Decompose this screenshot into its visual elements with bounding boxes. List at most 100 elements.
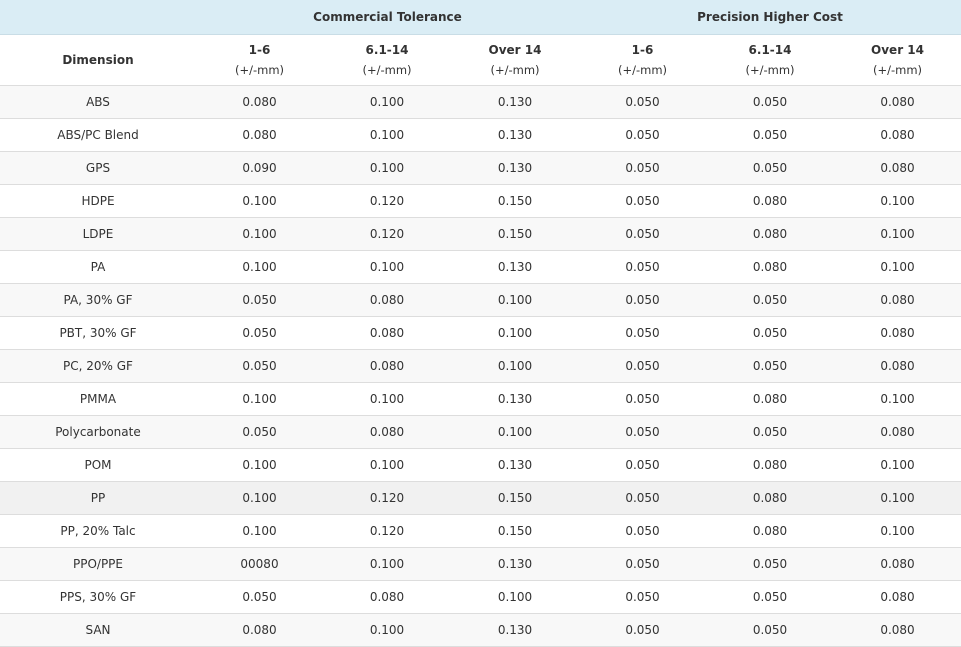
tolerance-cell: 0.100: [196, 184, 323, 218]
table-row: LDPE 0.100 0.120 0.150 0.050 0.080 0.100: [0, 217, 961, 251]
tolerance-cell: 0.050: [706, 415, 834, 449]
material-cell: LDPE: [0, 217, 196, 251]
table-row: PPS, 30% GF 0.050 0.080 0.100 0.050 0.050 0.08…: [0, 580, 961, 614]
tolerance-cell: 0.100: [196, 514, 323, 548]
material-cell: PPS, 30% GF: [0, 580, 196, 614]
table-row: PMMA 0.100 0.100 0.130 0.050 0.080 0.100: [0, 382, 961, 416]
table-row: POM 0.100 0.100 0.130 0.050 0.080 0.100: [0, 448, 961, 482]
tolerance-cell: 0.100: [196, 481, 323, 515]
tolerance-cell: 0.080: [323, 316, 451, 350]
tolerance-cell: 0.080: [706, 217, 834, 251]
material-cell: Polycarbonate: [0, 415, 196, 449]
tolerance-cell: 0.150: [451, 184, 579, 218]
tolerance-cell: 0.080: [196, 85, 323, 119]
tolerance-cell: 0.120: [323, 514, 451, 548]
tolerance-cell: 00080: [196, 547, 323, 581]
column-range: 6.1-14: [748, 43, 792, 57]
tolerance-cell: 0.100: [323, 85, 451, 119]
tolerance-table: Commercial Tolerance Precision Higher Co…: [0, 0, 961, 647]
tolerance-cell: 0.080: [196, 118, 323, 152]
tolerance-cell: 0.130: [451, 151, 579, 185]
group-header-commercial: Commercial Tolerance: [196, 0, 579, 35]
column-header-dimension: Dimension: [0, 34, 196, 86]
tolerance-cell: 0.080: [834, 547, 961, 581]
material-cell: HDPE: [0, 184, 196, 218]
column-range: Over 14: [871, 43, 924, 57]
tolerance-cell: 0.100: [451, 580, 579, 614]
column-unit: (+/-mm): [617, 63, 668, 77]
tolerance-cell: 0.080: [706, 382, 834, 416]
table-row: Polycarbonate 0.050 0.080 0.100 0.050 0.050 0.…: [0, 415, 961, 449]
table-row: PBT, 30% GF 0.050 0.080 0.100 0.050 0.050 0.08…: [0, 316, 961, 350]
tolerance-cell: 0.100: [834, 448, 961, 482]
tolerance-cell: 0.050: [196, 316, 323, 350]
tolerance-cell: 0.050: [196, 415, 323, 449]
tolerance-cell: 0.050: [706, 118, 834, 152]
tolerance-cell: 0.100: [323, 613, 451, 647]
tolerance-cell: 0.050: [706, 547, 834, 581]
tolerance-cell: 0.080: [323, 349, 451, 383]
tolerance-cell: 0.080: [834, 316, 961, 350]
tolerance-cell: 0.050: [579, 151, 706, 185]
column-range: 1-6: [631, 43, 654, 57]
material-cell: GPS: [0, 151, 196, 185]
column-range: Over 14: [488, 43, 542, 57]
tolerance-cell: 0.080: [323, 283, 451, 317]
tolerance-cell: 0.080: [323, 415, 451, 449]
table-row: PP, 20% Talc 0.100 0.120 0.150 0.050 0.080 0.1…: [0, 514, 961, 548]
tolerance-cell: 0.130: [451, 85, 579, 119]
tolerance-cell: 0.100: [323, 547, 451, 581]
material-cell: PP, 20% Talc: [0, 514, 196, 548]
column-header-row: Dimension 1-6 (+/-mm) 6.1-14 (+/-mm) Ove…: [0, 34, 961, 86]
table-row: GPS 0.090 0.100 0.130 0.050 0.050 0.080: [0, 151, 961, 185]
tolerance-cell: 0.100: [451, 349, 579, 383]
tolerance-cell: 0.050: [579, 580, 706, 614]
column-range: 6.1-14: [365, 43, 409, 57]
tolerance-cell: 0.050: [579, 118, 706, 152]
table-row: PA 0.100 0.100 0.130 0.050 0.080 0.100: [0, 250, 961, 284]
material-cell: PC, 20% GF: [0, 349, 196, 383]
tolerance-cell: 0.080: [706, 481, 834, 515]
tolerance-cell: 0.080: [834, 283, 961, 317]
column-range: 1-6: [248, 43, 271, 57]
tolerance-cell: 0.080: [834, 151, 961, 185]
tolerance-cell: 0.130: [451, 547, 579, 581]
material-cell: ABS/PC Blend: [0, 118, 196, 152]
tolerance-cell: 0.050: [706, 349, 834, 383]
tolerance-cell: 0.130: [451, 118, 579, 152]
tolerance-cell: 0.120: [323, 184, 451, 218]
tolerance-cell: 0.050: [196, 349, 323, 383]
tolerance-cell: 0.050: [579, 415, 706, 449]
tolerance-cell: 0.100: [323, 448, 451, 482]
tolerance-cell: 0.100: [323, 250, 451, 284]
tolerance-cell: 0.100: [196, 448, 323, 482]
tolerance-cell: 0.100: [323, 118, 451, 152]
tolerance-cell: 0.150: [451, 481, 579, 515]
tolerance-cell: 0.050: [579, 382, 706, 416]
material-cell: PA: [0, 250, 196, 284]
tolerance-cell: 0.050: [706, 151, 834, 185]
tolerance-cell: 0.050: [579, 250, 706, 284]
tolerance-cell: 0.100: [196, 250, 323, 284]
tolerance-cell: 0.090: [196, 151, 323, 185]
tolerance-cell: 0.100: [834, 250, 961, 284]
tolerance-cell: 0.050: [706, 613, 834, 647]
table-body: ABS 0.080 0.100 0.130 0.050 0.050 0.080 ABS/PC …: [0, 85, 961, 647]
group-header-blank: [0, 0, 196, 35]
tolerance-cell: 0.050: [706, 283, 834, 317]
column-header: 1-6 (+/-mm): [579, 34, 706, 86]
tolerance-cell: 0.100: [196, 382, 323, 416]
tolerance-cell: 0.080: [834, 85, 961, 119]
tolerance-cell: 0.050: [706, 85, 834, 119]
tolerance-cell: 0.100: [834, 382, 961, 416]
material-cell: PPO/PPE: [0, 547, 196, 581]
tolerance-cell: 0.050: [579, 316, 706, 350]
tolerance-cell: 0.050: [579, 217, 706, 251]
material-cell: PBT, 30% GF: [0, 316, 196, 350]
tolerance-cell: 0.130: [451, 250, 579, 284]
tolerance-cell: 0.050: [579, 448, 706, 482]
tolerance-cell: 0.080: [834, 580, 961, 614]
tolerance-cell: 0.100: [834, 184, 961, 218]
tolerance-cell: 0.130: [451, 448, 579, 482]
tolerance-cell: 0.100: [451, 283, 579, 317]
